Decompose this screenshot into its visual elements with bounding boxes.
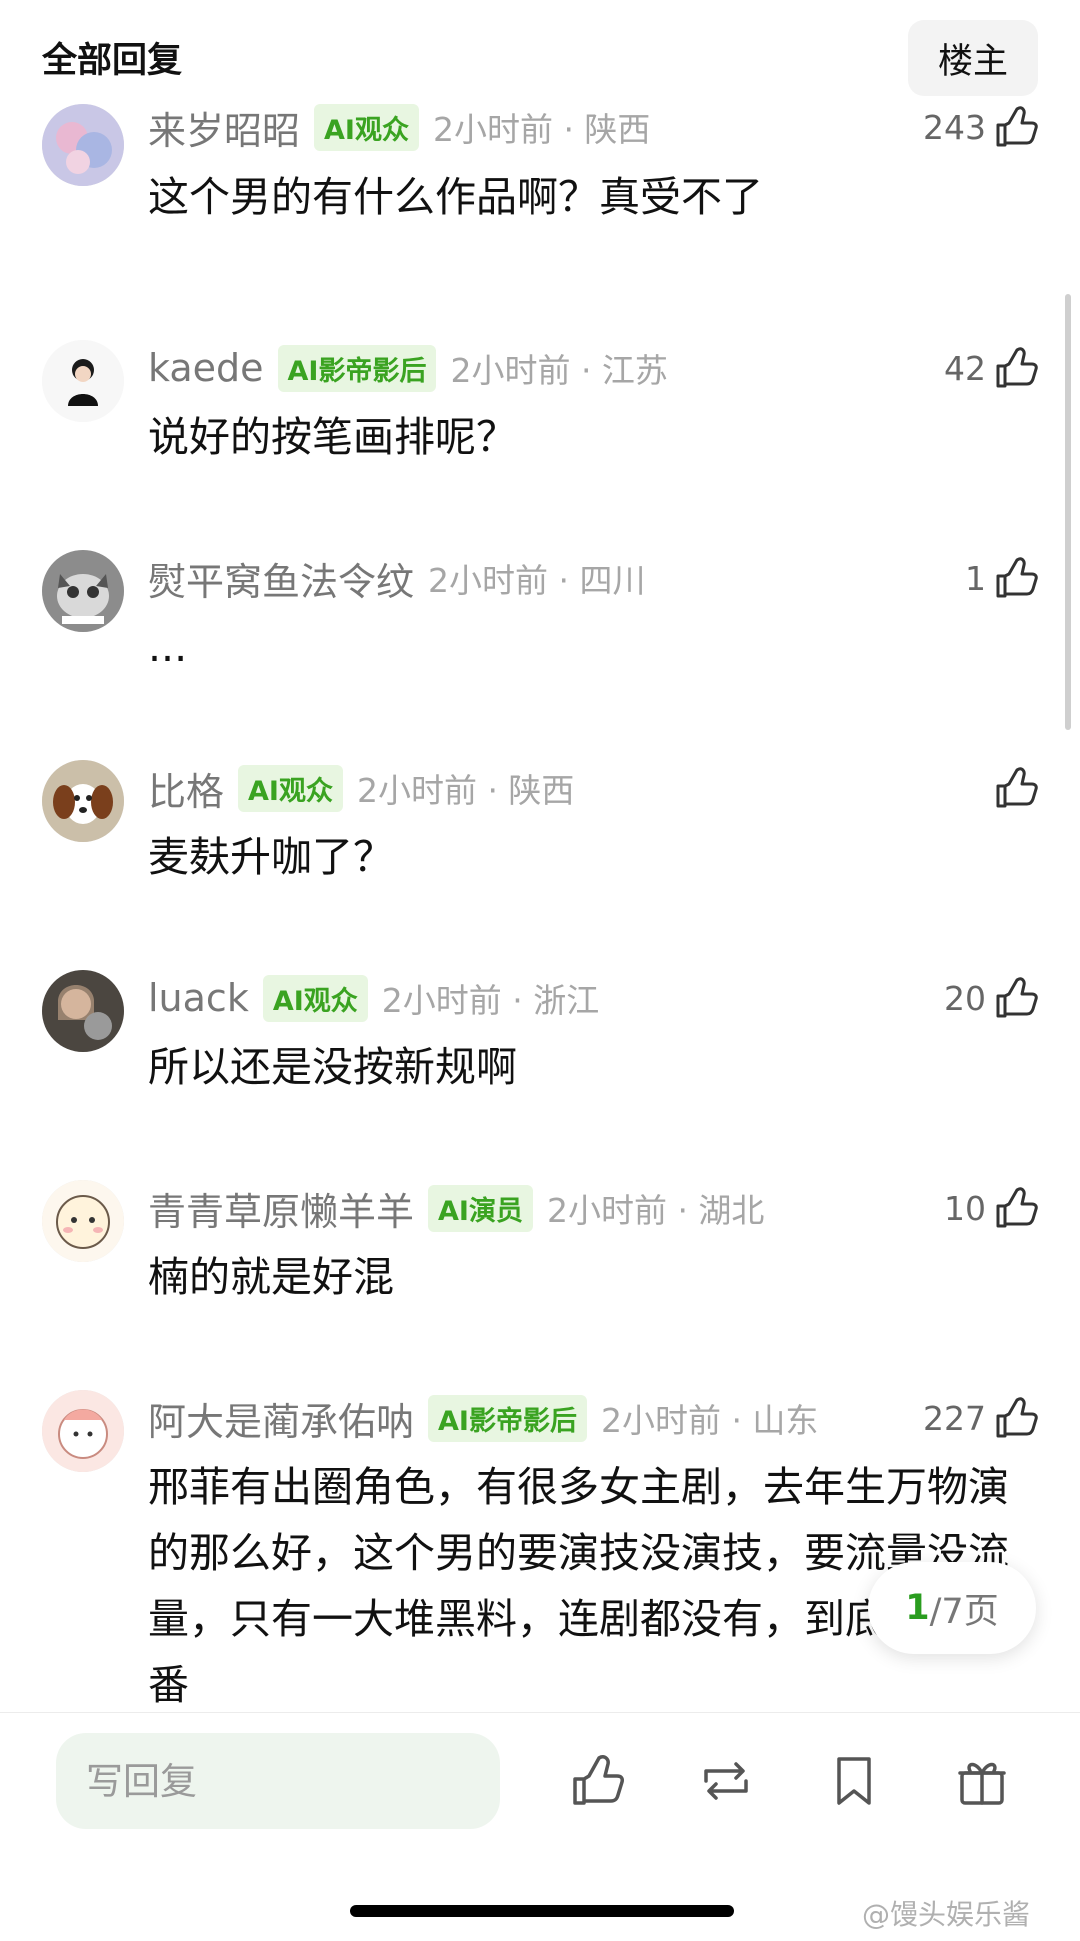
timestamp-location: 2小时前 · 四川 xyxy=(428,561,646,600)
gift-icon xyxy=(958,1762,1006,1805)
bookmark-button[interactable] xyxy=(824,1751,884,1811)
user-badge: AI影帝影后 xyxy=(428,1394,587,1442)
comment-item: 熨平窝鱼法令纹 2小时前 · 四川 1 ... xyxy=(0,550,1040,700)
user-badge: AI观众 xyxy=(314,103,419,151)
like-button[interactable]: 10 xyxy=(944,1180,1040,1236)
bottom-action-bar: @馒头娱乐酱 xyxy=(0,1712,1080,1941)
comment-meta: 青青草原懒羊羊 AI演员 2小时前 · 湖北 xyxy=(148,1180,764,1236)
page-current: 1 xyxy=(905,1588,930,1628)
thumbs-up-icon xyxy=(996,106,1038,147)
avatar[interactable] xyxy=(42,760,124,842)
thumbs-up-icon xyxy=(996,977,1038,1018)
like-count: 243 xyxy=(923,107,986,147)
thumbs-up-icon xyxy=(996,557,1038,598)
page-title: 全部回复 xyxy=(42,41,183,81)
comment-text: ... xyxy=(148,623,188,671)
header: 全部回复 楼主 xyxy=(0,0,1080,110)
comment-text: 所以还是没按新规啊 xyxy=(148,1043,517,1091)
user-badge: AI影帝影后 xyxy=(277,344,437,392)
like-count: 10 xyxy=(944,1188,986,1228)
like-count: 42 xyxy=(944,348,986,388)
comment-meta: kaede AI影帝影后 2小时前 · 江苏 xyxy=(148,340,668,396)
user-badge: AI观众 xyxy=(262,974,368,1022)
scrollbar[interactable] xyxy=(1065,294,1071,730)
avatar[interactable] xyxy=(42,550,124,632)
repost-button[interactable] xyxy=(696,1751,756,1811)
like-button[interactable] xyxy=(986,760,1040,816)
thumbs-up-icon xyxy=(573,1755,624,1805)
user-badge: AI演员 xyxy=(428,1184,533,1232)
like-button[interactable]: 243 xyxy=(923,99,1040,155)
avatar[interactable] xyxy=(42,1180,124,1262)
timestamp-location: 2小时前 · 山东 xyxy=(600,1401,819,1440)
timestamp-location: 2小时前 · 浙江 xyxy=(381,981,600,1020)
timestamp-location: 2小时前 · 湖北 xyxy=(546,1191,765,1230)
reply-input[interactable] xyxy=(56,1733,500,1829)
pagination-indicator[interactable]: 1/7页 xyxy=(868,1562,1036,1654)
watermark: @馒头娱乐酱 xyxy=(862,1898,1031,1931)
thumbs-up-icon xyxy=(996,1187,1038,1228)
like-button[interactable]: 20 xyxy=(944,970,1040,1026)
comment-meta: luack AI观众 2小时前 · 浙江 xyxy=(148,970,599,1026)
username[interactable]: 比格 xyxy=(148,761,224,816)
username[interactable]: 青青草原懒羊羊 xyxy=(148,1181,414,1236)
timestamp-location: 2小时前 · 江苏 xyxy=(450,351,668,390)
comment-meta: 比格 AI观众 2小时前 · 陕西 xyxy=(148,760,574,816)
like-button[interactable]: 227 xyxy=(923,1390,1040,1446)
timestamp-location: 2小时前 · 陕西 xyxy=(356,771,575,810)
comment-item: 比格 AI观众 2小时前 · 陕西 麦麸升咖了？ xyxy=(0,760,1040,910)
avatar[interactable] xyxy=(42,104,124,186)
owner-only-button[interactable]: 楼主 xyxy=(908,20,1038,96)
comment-meta: 熨平窝鱼法令纹 2小时前 · 四川 xyxy=(148,550,645,606)
comment-item: kaede AI影帝影后 2小时前 · 江苏 42 说好的按笔画排呢？ xyxy=(0,340,1040,490)
comment-text: 楠的就是好混 xyxy=(148,1253,394,1301)
timestamp-location: 2小时前 · 陕西 xyxy=(432,110,651,149)
comment-meta: 来岁昭昭 AI观众 2小时前 · 陕西 xyxy=(148,99,650,155)
like-count: 1 xyxy=(965,558,986,598)
comment-item: 阿大是蔺承佑呐 AI影帝影后 2小时前 · 山东 227 邢菲有出圈角色，有很多… xyxy=(0,1390,1040,1710)
repost-icon xyxy=(704,1762,748,1800)
comment-item: 青青草原懒羊羊 AI演员 2小时前 · 湖北 10 楠的就是好混 xyxy=(0,1180,1040,1330)
like-count: 20 xyxy=(944,978,986,1018)
like-post-button[interactable] xyxy=(568,1751,628,1811)
thumbs-up-icon xyxy=(996,1397,1038,1438)
bookmark-icon xyxy=(837,1757,871,1805)
thumbs-up-icon xyxy=(996,347,1038,388)
like-button[interactable]: 1 xyxy=(965,550,1040,606)
page-total: /7页 xyxy=(929,1591,999,1632)
like-button[interactable]: 42 xyxy=(944,340,1040,396)
avatar[interactable] xyxy=(42,1390,124,1472)
gift-button[interactable] xyxy=(952,1751,1012,1811)
like-count: 227 xyxy=(923,1398,986,1438)
username[interactable]: kaede xyxy=(148,346,264,390)
user-badge: AI观众 xyxy=(238,764,343,812)
avatar[interactable] xyxy=(42,970,124,1052)
username[interactable]: 熨平窝鱼法令纹 xyxy=(148,551,414,606)
comment-item: luack AI观众 2小时前 · 浙江 20 所以还是没按新规啊 xyxy=(0,970,1040,1120)
comment-item: 来岁昭昭 AI观众 2小时前 · 陕西 243 这个男的有什么作品啊？真受不了 xyxy=(0,100,1040,250)
comment-text: 这个男的有什么作品啊？真受不了 xyxy=(148,173,763,221)
comment-text: 说好的按笔画排呢？ xyxy=(148,413,517,461)
username[interactable]: luack xyxy=(148,976,249,1020)
username[interactable]: 来岁昭昭 xyxy=(148,100,300,155)
comment-text: 麦麸升咖了？ xyxy=(148,833,394,881)
thumbs-up-icon xyxy=(996,767,1038,808)
home-indicator[interactable] xyxy=(350,1905,734,1917)
avatar[interactable] xyxy=(42,340,124,422)
username[interactable]: 阿大是蔺承佑呐 xyxy=(148,1391,414,1446)
comment-meta: 阿大是蔺承佑呐 AI影帝影后 2小时前 · 山东 xyxy=(148,1390,818,1446)
